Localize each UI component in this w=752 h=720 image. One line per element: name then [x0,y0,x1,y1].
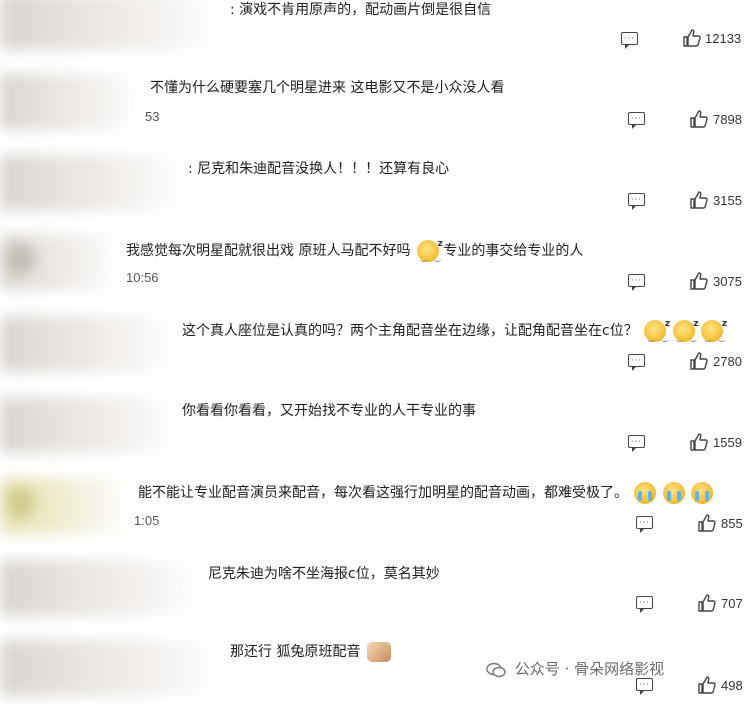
reply-icon[interactable]: ··· [636,516,653,533]
blurred-username [0,640,220,696]
like-count: 498 [721,678,743,693]
crying-emoji-icon [634,482,657,504]
sleepy-emoji-icon: ‿ ‿ z [701,319,727,342]
like-count: 12133 [705,31,742,46]
comment-text: : 演戏不肯用原声的，配动画片倒是很自信 [230,2,492,18]
like-count: 3155 [713,193,742,208]
comment-row: : 演戏不肯用原声的，配动画片倒是很自信 ··· 12133 [0,0,752,80]
comment-text: 我感觉每次明星配就很出戏 原班人马配不好吗 ‿ ‿ z 专业的事交给专业的人 [126,239,584,262]
sleepy-emoji-icon: ‿ ‿ z [672,319,699,342]
crying-emoji-icon [662,482,685,504]
comment-text: 不懂为什么硬要塞几个明星进来 这电影又不是小众没人看 [150,80,505,96]
reply-icon[interactable]: ··· [628,435,645,452]
comment-text: 你看看你看看，又开始找不专业的人干专业的事 [182,403,476,419]
like-count: 1559 [713,435,742,450]
like-count: 855 [721,516,743,531]
comment-row: 那还行 狐兔原班配音 ··· 498 [0,640,752,720]
like-count: 7898 [713,112,742,127]
blurred-avatar [6,488,36,518]
like-count: 3075 [713,274,742,289]
comment-text: 这个真人座位是认真的吗？两个主角配音坐在边缘，让配角配音坐在c位？ ‿ ‿ z ‿… [182,319,727,342]
comment-meta: 1:05 [134,513,160,528]
comment-text-part: 能不能让专业配音演员来配音，每次看这强行加明星的配音动画，都难受极了。 [138,485,628,501]
reply-icon[interactable]: ··· [628,112,645,129]
watermark-text: 公众号 · 骨朵网络影视 [514,660,665,678]
comment-text: 尼克朱迪为啥不坐海报c位，莫名其妙 [208,566,440,582]
reply-icon[interactable]: ··· [628,274,645,291]
sleepy-emoji-icon: ‿ ‿ z [644,319,670,342]
comment-text-part: 我感觉每次明星配就很出戏 原班人马配不好吗 [126,243,411,259]
comment-text-part: 专业的事交给专业的人 [443,243,584,259]
reply-icon[interactable]: ··· [621,32,638,49]
thumbs-up-icon[interactable] [689,109,709,129]
thumbs-up-icon[interactable] [689,271,709,291]
comment-row: 我感觉每次明星配就很出戏 原班人马配不好吗 ‿ ‿ z 专业的事交给专业的人 10… [0,234,752,314]
blurred-username [0,155,185,211]
comment-row: 尼克朱迪为啥不坐海报c位，莫名其妙 ··· 707 [0,560,752,640]
comment-row: : 尼克和朱迪配音没换人！！！还算有良心 ··· 3155 [0,155,752,235]
reply-icon[interactable]: ··· [628,354,645,371]
like-count: 707 [721,596,743,611]
reply-icon[interactable]: ··· [628,193,645,210]
comment-text: 那还行 狐兔原班配音 [230,642,391,662]
blurred-username [0,316,175,372]
comment-text: : 尼克和朱迪配音没换人！！！还算有良心 [188,161,450,177]
thumbs-up-icon[interactable] [689,432,709,452]
thumbs-up-icon[interactable] [689,351,709,371]
thumbs-up-icon[interactable] [697,675,717,695]
dog-emoji-icon [366,642,391,662]
comment-row: 不懂为什么硬要塞几个明星进来 这电影又不是小众没人看 53 ··· 7898 [0,74,752,154]
comment-text-part: 这个真人座位是认真的吗？两个主角配音坐在边缘，让配角配音坐在c位？ [182,323,638,339]
reply-icon[interactable]: ··· [636,678,653,695]
watermark: 公众号 · 骨朵网络影视 [486,658,664,679]
thumbs-up-icon[interactable] [682,28,702,48]
thumbs-up-icon[interactable] [689,190,709,210]
comment-text: 能不能让专业配音演员来配音，每次看这强行加明星的配音动画，都难受极了。 [138,482,714,504]
comment-row: 能不能让专业配音演员来配音，每次看这强行加明星的配音动画，都难受极了。 1:05… [0,478,752,558]
blurred-username [0,74,140,130]
comment-row: 你看看你看看，又开始找不专业的人干专业的事 ··· 1559 [0,397,752,477]
thumbs-up-icon[interactable] [697,593,717,613]
wechat-icon [486,662,506,677]
blurred-avatar [6,244,36,274]
blurred-username [0,560,200,616]
crying-emoji-icon [691,482,714,504]
blurred-username [0,0,220,50]
sleepy-emoji-icon: ‿ ‿ z [416,239,443,262]
comment-row: 这个真人座位是认真的吗？两个主角配音坐在边缘，让配角配音坐在c位？ ‿ ‿ z ‿… [0,316,752,396]
reply-icon[interactable]: ··· [636,596,653,613]
like-count: 2780 [713,354,742,369]
comment-meta: 53 [145,109,160,124]
blurred-username [0,397,178,453]
comment-meta: 10:56 [126,270,159,285]
thumbs-up-icon[interactable] [697,513,717,533]
comment-text-part: 那还行 狐兔原班配音 [230,644,361,660]
